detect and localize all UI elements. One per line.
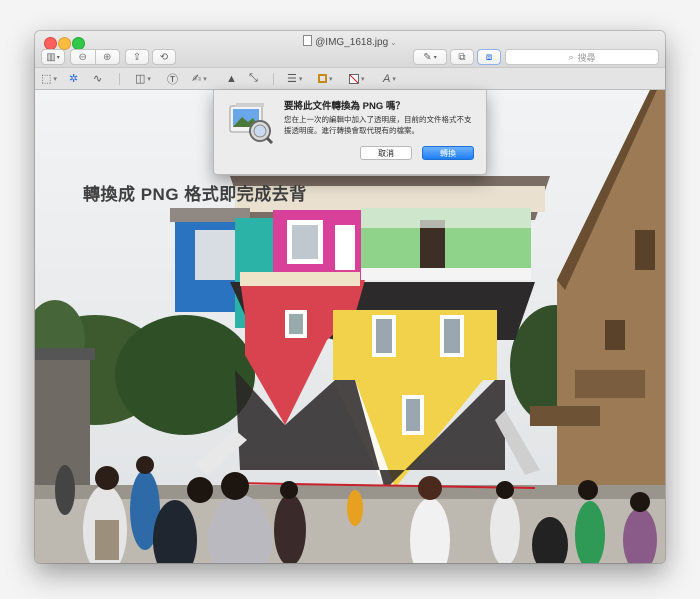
search-field[interactable]: ⌕ 搜尋: [505, 49, 659, 65]
sidebar-icon: ▥: [46, 51, 56, 63]
chevron-down-icon: ▾: [53, 75, 57, 83]
markup-toolbar: ⬚ ▾ ✲ ∿ ◫ ▾ Ⓣ ✍ ▾ ▲ ⤡ ☰ ▾ ▾ ▾ A ▾: [35, 67, 665, 90]
title-bar: @IMG_1618.jpg ⌄ ▥ ▾ ⊖ ⊕ ⇪ ⟲ ✎ ▾ ⧉ ⧈ ⌕ 搜尋: [35, 31, 665, 67]
markup-icon: ⧉: [458, 51, 466, 63]
markup-button[interactable]: ⧉: [450, 49, 474, 65]
adjust-color-tool[interactable]: ▲: [226, 71, 237, 86]
border-color-tool[interactable]: ▾: [318, 71, 333, 86]
overlay-caption: 轉換成 PNG 格式即完成去背: [83, 185, 307, 204]
dialog-title: 要將此文件轉換為 PNG 嗎？: [284, 101, 405, 112]
fill-color-icon: [349, 73, 359, 84]
share-button[interactable]: ⇪: [125, 49, 149, 65]
line-style-tool[interactable]: ☰ ▾: [287, 71, 302, 86]
rect-select-tool[interactable]: ⬚ ▾: [41, 71, 57, 86]
sketch-tool[interactable]: ∿: [93, 71, 102, 86]
rotate-button[interactable]: ⟲: [152, 49, 176, 65]
chevron-down-icon: ▾: [147, 75, 151, 83]
text-style-icon: A: [383, 72, 391, 85]
chevron-down-icon: ▾: [433, 54, 437, 61]
border-color-icon: [318, 74, 327, 83]
search-placeholder: 搜尋: [577, 52, 596, 63]
zoom-out-icon[interactable]: ⊖: [71, 50, 95, 64]
rotate-icon: ⟲: [159, 51, 169, 63]
search-icon: ⌕: [568, 51, 574, 62]
convert-png-dialog: 要將此文件轉換為 PNG 嗎？ 您在上一次的編輯中加入了透明度，目前的文件格式不…: [213, 90, 487, 175]
chevron-down-icon: ▾: [203, 75, 207, 83]
chevron-down-icon: ▾: [56, 54, 60, 61]
adjust-color-icon: ▲: [226, 72, 237, 85]
rect-select-icon: ⬚: [41, 73, 52, 85]
document-icon: [303, 35, 313, 46]
preview-window: @IMG_1618.jpg ⌄ ▥ ▾ ⊖ ⊕ ⇪ ⟲ ✎ ▾ ⧉ ⧈ ⌕ 搜尋 ⬚ ▾…: [35, 31, 665, 563]
adjust-size-icon: ⤡: [249, 72, 258, 84]
toolbox-icon: ⧈: [485, 51, 493, 63]
sign-tool[interactable]: ✍ ▾: [192, 71, 207, 86]
divider: [119, 73, 120, 85]
preview-app-icon: [229, 103, 274, 144]
sidebar-button[interactable]: ▥ ▾: [41, 49, 65, 65]
shapes-tool[interactable]: ◫ ▾: [135, 71, 151, 86]
chevron-down-icon: ▾: [361, 75, 365, 83]
chevron-down-icon: ▾: [392, 75, 396, 83]
instant-alpha-icon: ✲: [69, 73, 79, 85]
toolbox-button[interactable]: ⧈: [477, 49, 501, 65]
adjust-size-tool[interactable]: ⤡: [249, 71, 258, 86]
divider: [273, 73, 274, 85]
cancel-button[interactable]: 取消: [360, 146, 412, 160]
text-icon: Ⓣ: [167, 73, 178, 86]
pen-button[interactable]: ✎ ▾: [413, 49, 447, 65]
zoom-segment: ⊖ ⊕: [70, 49, 120, 65]
pen-icon: ✎: [423, 51, 432, 63]
convert-button[interactable]: 轉換: [422, 146, 474, 160]
share-icon: ⇪: [132, 51, 142, 63]
sketch-icon: ∿: [93, 73, 103, 85]
sign-icon: ✍: [192, 73, 202, 85]
fill-color-tool[interactable]: ▾: [349, 71, 365, 86]
instant-alpha-tool[interactable]: ✲: [69, 71, 78, 86]
line-style-icon: ☰: [287, 73, 297, 85]
dialog-message: 您在上一次的編輯中加入了透明度，目前的文件格式不支援透明度。進行轉換會取代現有的…: [284, 115, 472, 135]
zoom-in-icon[interactable]: ⊕: [94, 50, 120, 64]
chevron-down-icon: ⌄: [390, 38, 397, 47]
shapes-icon: ◫: [135, 73, 146, 85]
chevron-down-icon: ▾: [329, 75, 333, 83]
window-title-text: @IMG_1618.jpg: [315, 37, 389, 48]
text-style-tool[interactable]: A ▾: [383, 71, 396, 86]
text-tool[interactable]: Ⓣ: [167, 71, 178, 86]
window-title[interactable]: @IMG_1618.jpg ⌄: [35, 35, 665, 48]
chevron-down-icon: ▾: [298, 75, 303, 83]
